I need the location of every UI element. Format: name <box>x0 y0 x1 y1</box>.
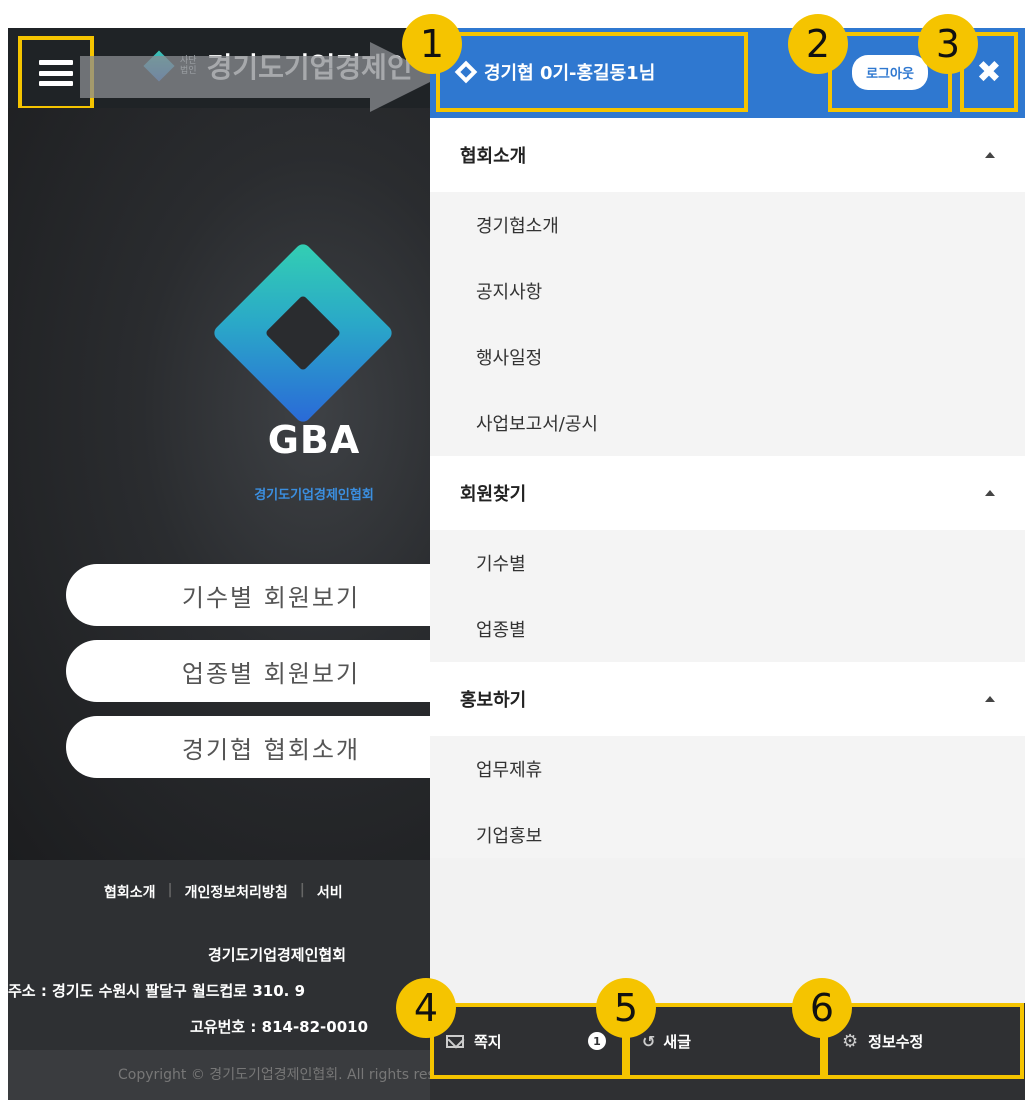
menu-section-promotion: 홍보하기 업무제휴 기업홍보 <box>430 662 1025 868</box>
marker-2: 2 <box>788 14 848 74</box>
envelope-icon <box>446 1034 464 1048</box>
members-by-industry-button[interactable]: 업종별 회원보기 <box>66 640 476 702</box>
menu-item[interactable]: 업무제휴 <box>430 736 1025 802</box>
user-label: 경기협 0기-홍길동1님 <box>484 63 656 84</box>
menu-item[interactable]: 기수별 <box>430 530 1025 596</box>
marker-3: 3 <box>918 14 978 74</box>
edit-profile-label: 정보수정 <box>868 1032 924 1051</box>
marker-6: 6 <box>792 978 852 1038</box>
footer-org-name: 경기도기업경제인협회 <box>208 946 347 964</box>
submenu: 경기협소개 공지사항 행사일정 사업보고서/공시 <box>430 192 1025 456</box>
logout-button[interactable]: 로그아웃 <box>852 54 928 90</box>
marker-1: 1 <box>402 14 462 74</box>
footer-link-about[interactable]: 협회소개 <box>104 882 156 902</box>
transition-arrow-icon <box>80 42 440 112</box>
footer-divider: | <box>167 882 173 898</box>
caret-up-icon <box>985 696 995 702</box>
submenu: 기수별 업종별 <box>430 530 1025 662</box>
user-info[interactable]: 경기협 0기-홍길동1님 <box>436 32 748 112</box>
menu-item[interactable]: 행사일정 <box>430 324 1025 390</box>
members-by-class-button[interactable]: 기수별 회원보기 <box>66 564 476 626</box>
history-icon: ↺ <box>642 1031 656 1051</box>
side-drawer: 경기협 0기-홍길동1님 로그아웃 ✖ 협회소개 경기협소개 공지사항 행사일정… <box>430 28 1025 1100</box>
hamburger-icon <box>39 60 73 86</box>
menu-item[interactable]: 업종별 <box>430 596 1025 662</box>
menu-section-members: 회원찾기 기수별 업종별 <box>430 456 1025 662</box>
section-title: 협회소개 <box>460 146 527 167</box>
menu-item[interactable]: 경기협소개 <box>430 192 1025 258</box>
gba-logo-icon <box>211 241 395 425</box>
section-header[interactable]: 홍보하기 <box>430 662 1025 736</box>
notes-count-badge: 1 <box>588 1032 606 1050</box>
drawer-empty-area <box>430 858 1025 1003</box>
drawer-bottom-bar: 쪽지 1 ↺ 새글 ⚙ 정보수정 <box>430 1003 1025 1100</box>
section-header[interactable]: 협회소개 <box>430 118 1025 192</box>
edit-profile-button[interactable]: ⚙ 정보수정 <box>824 1003 1024 1079</box>
menu-item[interactable]: 공지사항 <box>430 258 1025 324</box>
association-intro-button[interactable]: 경기협 협회소개 <box>66 716 476 778</box>
marker-5: 5 <box>596 978 656 1038</box>
section-title: 홍보하기 <box>460 690 527 711</box>
menu-section-about: 협회소개 경기협소개 공지사항 행사일정 사업보고서/공시 <box>430 118 1025 456</box>
section-header[interactable]: 회원찾기 <box>430 456 1025 530</box>
menu-item[interactable]: 사업보고서/공시 <box>430 390 1025 456</box>
gear-icon: ⚙ <box>842 1030 859 1052</box>
footer-address: 주소 : 경기도 수원시 팔달구 월드컵로 310. 9 <box>8 982 306 1000</box>
drawer-menu: 협회소개 경기협소개 공지사항 행사일정 사업보고서/공시 회원찾기 기수별 업… <box>430 118 1025 868</box>
marker-4: 4 <box>396 978 456 1038</box>
notes-label: 쪽지 <box>474 1032 502 1051</box>
caret-up-icon <box>985 490 995 496</box>
submenu: 업무제휴 기업홍보 <box>430 736 1025 868</box>
close-icon: ✖ <box>976 54 1002 90</box>
caret-up-icon <box>985 152 995 158</box>
footer-divider: | <box>299 882 305 898</box>
footer-links: 협회소개 | 개인정보처리방침 | 서비 <box>104 882 343 902</box>
footer-business-number: 고유번호 : 814-82-0010 <box>190 1018 369 1036</box>
new-posts-label: 새글 <box>663 1032 692 1051</box>
user-diamond-icon <box>454 60 478 84</box>
footer-link-service[interactable]: 서비 <box>317 882 343 902</box>
section-title: 회원찾기 <box>460 484 527 505</box>
footer-link-privacy[interactable]: 개인정보처리방침 <box>185 882 288 902</box>
